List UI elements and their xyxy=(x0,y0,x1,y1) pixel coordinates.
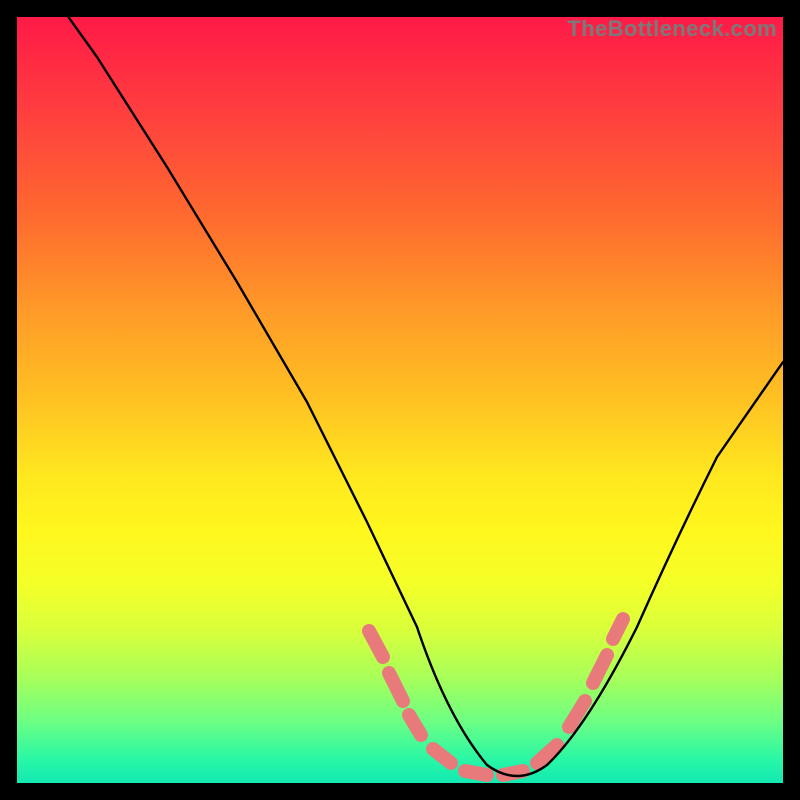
bottleneck-curve-line xyxy=(47,17,783,776)
curve-svg xyxy=(17,17,783,783)
chart-stage: TheBottleneck.com xyxy=(0,0,800,800)
plot-area: TheBottleneck.com xyxy=(17,17,783,783)
curve-markers xyxy=(369,619,623,775)
